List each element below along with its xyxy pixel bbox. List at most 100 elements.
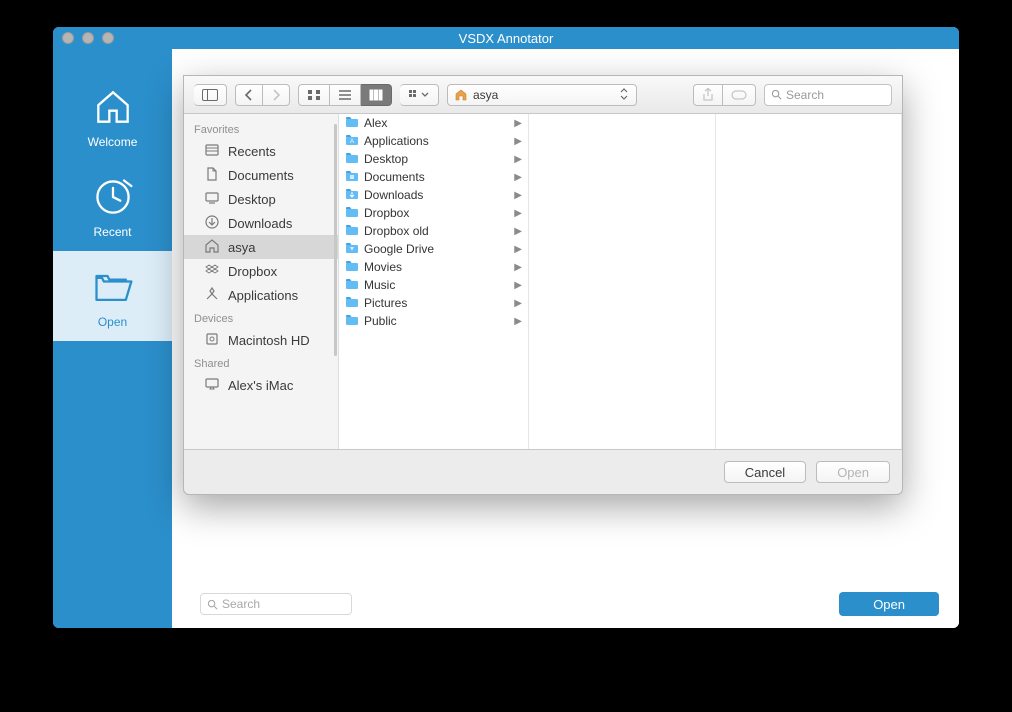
sidebar-item-label: Applications bbox=[228, 288, 298, 303]
cancel-button[interactable]: Cancel bbox=[724, 461, 806, 483]
sidebar-group-title: Favorites bbox=[184, 118, 338, 139]
search-input[interactable]: Search bbox=[200, 593, 352, 615]
search-placeholder: Search bbox=[222, 597, 260, 611]
sidebar-item-asya[interactable]: asya bbox=[184, 235, 338, 259]
disclosure-triangle-icon: ▶ bbox=[514, 298, 522, 309]
folder-row-pictures[interactable]: Pictures▶ bbox=[339, 294, 528, 312]
folder-icon bbox=[345, 277, 359, 294]
folder-icon bbox=[345, 187, 359, 204]
folder-row-music[interactable]: Music ▶ bbox=[339, 276, 528, 294]
folder-icon bbox=[345, 205, 359, 222]
folder-row-applications[interactable]: AApplications▶ bbox=[339, 132, 528, 150]
sidebar-item-documents[interactable]: Documents bbox=[184, 163, 338, 187]
tag-icon bbox=[731, 89, 747, 101]
disclosure-triangle-icon: ▶ bbox=[514, 226, 522, 237]
folder-label: Movies bbox=[364, 260, 402, 274]
recents-icon bbox=[204, 142, 220, 161]
sidebar-item-recents[interactable]: Recents bbox=[184, 139, 338, 163]
folder-row-alex[interactable]: Alex▶ bbox=[339, 114, 528, 132]
grid-icon bbox=[307, 89, 321, 101]
folder-row-downloads[interactable]: Downloads▶ bbox=[339, 186, 528, 204]
home-icon bbox=[454, 88, 468, 102]
sidebar-item-label: Desktop bbox=[228, 192, 276, 207]
back-button[interactable] bbox=[235, 84, 263, 106]
dialog-open-button[interactable]: Open bbox=[816, 461, 890, 483]
sidebar-icon bbox=[202, 89, 218, 101]
desktop-icon bbox=[204, 190, 220, 209]
action-seg bbox=[693, 84, 756, 106]
folder-row-movies[interactable]: Movies ▶ bbox=[339, 258, 528, 276]
arrange-seg bbox=[400, 84, 439, 106]
column-view-button[interactable] bbox=[361, 84, 392, 106]
sidebar-item-welcome[interactable]: Welcome bbox=[53, 71, 172, 161]
disclosure-triangle-icon: ▶ bbox=[514, 262, 522, 273]
dialog-body: Favorites Recents Documents Desktop Download… bbox=[184, 114, 902, 450]
dropdown-arrows-icon bbox=[620, 88, 628, 102]
forward-button[interactable] bbox=[263, 84, 290, 106]
path-dropdown[interactable]: asya bbox=[447, 84, 637, 106]
folder-row-documents[interactable]: Documents▶ bbox=[339, 168, 528, 186]
folder-row-dropbox-old[interactable]: Dropbox old ▶ bbox=[339, 222, 528, 240]
list-icon bbox=[338, 89, 352, 101]
dialog-search-input[interactable]: Search bbox=[764, 84, 892, 106]
disclosure-triangle-icon: ▶ bbox=[514, 190, 522, 201]
folder-icon bbox=[345, 241, 359, 258]
sidebar-item-label: Alex's iMac bbox=[228, 378, 293, 393]
sidebar-item-label: Recents bbox=[228, 144, 276, 159]
applications-icon bbox=[204, 286, 220, 305]
clock-icon bbox=[91, 175, 135, 219]
sidebar-item-downloads[interactable]: Downloads bbox=[184, 211, 338, 235]
icon-view-button[interactable] bbox=[298, 84, 330, 106]
column-1: Alex▶AApplications▶Desktop▶Documents▶Dow… bbox=[339, 114, 529, 449]
folder-row-google-drive[interactable]: Google Drive▶ bbox=[339, 240, 528, 258]
app-sidebar: Welcome Recent Open bbox=[53, 49, 172, 628]
list-view-button[interactable] bbox=[330, 84, 361, 106]
column-2 bbox=[529, 114, 716, 449]
folder-label: Desktop bbox=[364, 152, 408, 166]
column-3 bbox=[716, 114, 903, 449]
folder-icon bbox=[345, 223, 359, 240]
disclosure-triangle-icon: ▶ bbox=[514, 172, 522, 183]
dialog-toolbar: asya Search bbox=[184, 76, 902, 114]
sidebar-toggle-seg bbox=[194, 84, 227, 106]
sidebar-item-label: Recent bbox=[93, 225, 131, 239]
disclosure-triangle-icon: ▶ bbox=[514, 154, 522, 165]
sidebar-item-open[interactable]: Open bbox=[53, 251, 172, 341]
disclosure-triangle-icon: ▶ bbox=[514, 316, 522, 327]
sidebar-group-title: Shared bbox=[184, 352, 338, 373]
disclosure-triangle-icon: ▶ bbox=[514, 208, 522, 219]
folder-row-dropbox[interactable]: Dropbox▶ bbox=[339, 204, 528, 222]
folder-icon bbox=[345, 151, 359, 168]
sidebar-item-dropbox[interactable]: Dropbox bbox=[184, 259, 338, 283]
dialog-sidebar: Favorites Recents Documents Desktop Download… bbox=[184, 114, 339, 449]
chevron-right-icon bbox=[271, 89, 281, 101]
folder-label: Dropbox old bbox=[364, 224, 429, 238]
sidebar-item-desktop[interactable]: Desktop bbox=[184, 187, 338, 211]
search-icon bbox=[771, 89, 782, 100]
chevron-left-icon bbox=[244, 89, 254, 101]
sidebar-item-recent[interactable]: Recent bbox=[53, 161, 172, 251]
sidebar-item-applications[interactable]: Applications bbox=[184, 283, 338, 307]
arrange-button[interactable] bbox=[400, 84, 439, 106]
sidebar-group-title: Devices bbox=[184, 307, 338, 328]
sidebar-item-alex-s-imac[interactable]: Alex's iMac bbox=[184, 373, 338, 397]
folder-label: Music bbox=[364, 278, 395, 292]
folder-row-desktop[interactable]: Desktop ▶ bbox=[339, 150, 528, 168]
path-label: asya bbox=[473, 88, 498, 102]
view-seg bbox=[298, 84, 392, 106]
open-button[interactable]: Open bbox=[839, 592, 939, 616]
disclosure-triangle-icon: ▶ bbox=[514, 280, 522, 291]
tags-button[interactable] bbox=[723, 84, 756, 106]
folder-label: Alex bbox=[364, 116, 387, 130]
folder-icon bbox=[345, 259, 359, 276]
documents-icon bbox=[204, 166, 220, 185]
home-icon bbox=[91, 85, 135, 129]
sidebar-item-label: Welcome bbox=[88, 135, 138, 149]
sidebar-item-label: Dropbox bbox=[228, 264, 277, 279]
folder-icon bbox=[345, 313, 359, 330]
dialog-footer: Cancel Open bbox=[184, 450, 902, 494]
folder-row-public[interactable]: Public▶ bbox=[339, 312, 528, 330]
toggle-sidebar-button[interactable] bbox=[194, 84, 227, 106]
share-button[interactable] bbox=[693, 84, 723, 106]
sidebar-item-macintosh-hd[interactable]: Macintosh HD bbox=[184, 328, 338, 352]
